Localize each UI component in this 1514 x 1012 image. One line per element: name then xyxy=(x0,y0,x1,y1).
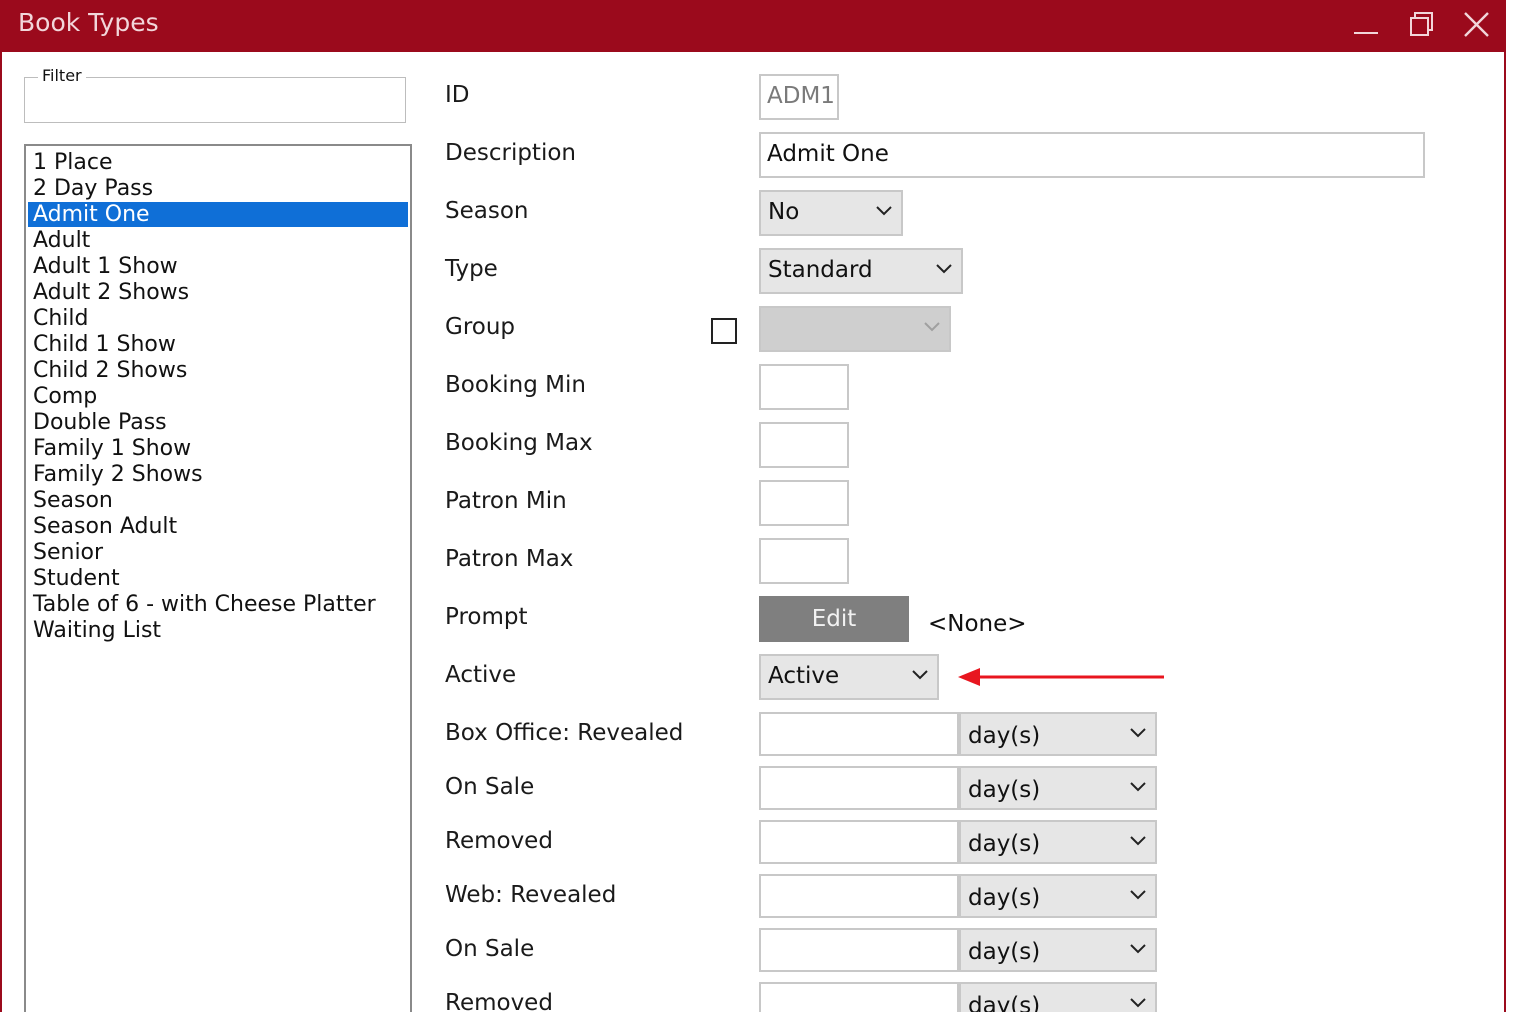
active-select-value: Active xyxy=(768,663,840,689)
list-item[interactable]: Child xyxy=(28,306,408,331)
book-types-window: Book Types Filter 1 Place 2 Day Pass Adm… xyxy=(0,0,1506,1012)
chevron-down-icon xyxy=(1130,728,1146,738)
booking-max-field[interactable] xyxy=(759,422,849,468)
red-arrow-icon xyxy=(958,668,1164,686)
book-types-list[interactable]: 1 Place 2 Day Pass Admit One Adult Adult… xyxy=(24,144,412,1012)
filter-input[interactable] xyxy=(32,92,396,118)
list-item[interactable]: 1 Place xyxy=(28,150,408,175)
unit-select-value: day(s) xyxy=(968,993,1041,1012)
list-item[interactable]: Table of 6 - with Cheese Platter xyxy=(28,592,408,617)
web-removed-field[interactable] xyxy=(759,982,959,1012)
type-select[interactable]: Standard xyxy=(759,248,963,294)
season-select[interactable]: No xyxy=(759,190,903,236)
list-item[interactable]: Adult 2 Shows xyxy=(28,280,408,305)
close-icon[interactable] xyxy=(1462,4,1504,46)
box-office-revealed-label: Box Office: Revealed xyxy=(445,720,684,746)
chevron-down-icon xyxy=(912,670,928,680)
prompt-label: Prompt xyxy=(445,604,528,630)
list-item[interactable]: Family 1 Show xyxy=(28,436,408,461)
chevron-down-icon xyxy=(1130,944,1146,954)
group-checkbox[interactable] xyxy=(711,318,737,344)
chevron-down-icon xyxy=(936,264,952,274)
window-title: Book Types xyxy=(18,8,159,37)
box-office-on-sale-label: On Sale xyxy=(445,774,535,800)
box-office-removed-field[interactable] xyxy=(759,820,959,864)
patron-min-field[interactable] xyxy=(759,480,849,526)
active-label: Active xyxy=(445,662,517,688)
web-on-sale-label: On Sale xyxy=(445,936,535,962)
chevron-down-icon xyxy=(1130,836,1146,846)
type-select-value: Standard xyxy=(768,257,873,283)
booking-min-field[interactable] xyxy=(759,364,849,410)
list-item[interactable]: Season Adult xyxy=(28,514,408,539)
booking-max-label: Booking Max xyxy=(445,430,593,456)
box-office-on-sale-field[interactable] xyxy=(759,766,959,810)
id-field[interactable]: ADM1 xyxy=(759,74,839,120)
unit-select-value: day(s) xyxy=(968,831,1041,857)
id-label: ID xyxy=(445,82,470,108)
season-select-value: No xyxy=(768,199,800,225)
description-label: Description xyxy=(445,140,576,166)
web-revealed-label: Web: Revealed xyxy=(445,882,617,908)
list-item[interactable]: Student xyxy=(28,566,408,591)
list-item[interactable]: Adult 1 Show xyxy=(28,254,408,279)
maximize-icon[interactable] xyxy=(1408,4,1452,46)
active-select[interactable]: Active xyxy=(759,654,939,700)
list-item[interactable]: Comp xyxy=(28,384,408,409)
list-item[interactable]: Double Pass xyxy=(28,410,408,435)
unit-select-value: day(s) xyxy=(968,777,1041,803)
type-label: Type xyxy=(445,256,498,282)
list-item[interactable]: Waiting List xyxy=(28,618,408,643)
title-bar[interactable]: Book Types xyxy=(2,0,1504,52)
booking-min-label: Booking Min xyxy=(445,372,586,398)
description-field[interactable]: Admit One xyxy=(759,132,1425,178)
prompt-value: <None> xyxy=(928,611,1027,637)
list-item[interactable]: Family 2 Shows xyxy=(28,462,408,487)
box-office-revealed-field[interactable] xyxy=(759,712,959,756)
box-office-removed-label: Removed xyxy=(445,828,553,854)
patron-max-label: Patron Max xyxy=(445,546,574,572)
box-office-removed-unit-select[interactable]: day(s) xyxy=(959,820,1157,864)
list-item[interactable]: Season xyxy=(28,488,408,513)
minimize-icon[interactable] xyxy=(1354,4,1398,46)
list-item[interactable]: Child 2 Shows xyxy=(28,358,408,383)
chevron-down-icon xyxy=(1130,890,1146,900)
filter-legend: Filter xyxy=(38,66,86,85)
web-on-sale-field[interactable] xyxy=(759,928,959,972)
patron-max-field[interactable] xyxy=(759,538,849,584)
chevron-down-icon xyxy=(1130,998,1146,1008)
list-item[interactable]: 2 Day Pass xyxy=(28,176,408,201)
web-removed-label: Removed xyxy=(445,990,553,1012)
chevron-down-icon xyxy=(924,322,940,332)
box-office-on-sale-unit-select[interactable]: day(s) xyxy=(959,766,1157,810)
group-label: Group xyxy=(445,314,516,340)
patron-min-label: Patron Min xyxy=(445,488,567,514)
web-revealed-field[interactable] xyxy=(759,874,959,918)
chevron-down-icon xyxy=(1130,782,1146,792)
prompt-edit-button[interactable]: Edit xyxy=(759,596,909,642)
web-removed-unit-select[interactable]: day(s) xyxy=(959,982,1157,1012)
unit-select-value: day(s) xyxy=(968,885,1041,911)
web-revealed-unit-select[interactable]: day(s) xyxy=(959,874,1157,918)
list-item-selected[interactable]: Admit One xyxy=(28,202,408,227)
unit-select-value: day(s) xyxy=(968,939,1041,965)
unit-select-value: day(s) xyxy=(968,723,1041,749)
group-select[interactable] xyxy=(759,306,951,352)
chevron-down-icon xyxy=(876,206,892,216)
list-item[interactable]: Senior xyxy=(28,540,408,565)
box-office-revealed-unit-select[interactable]: day(s) xyxy=(959,712,1157,756)
list-item[interactable]: Adult xyxy=(28,228,408,253)
season-label: Season xyxy=(445,198,529,224)
list-item[interactable]: Child 1 Show xyxy=(28,332,408,357)
web-on-sale-unit-select[interactable]: day(s) xyxy=(959,928,1157,972)
